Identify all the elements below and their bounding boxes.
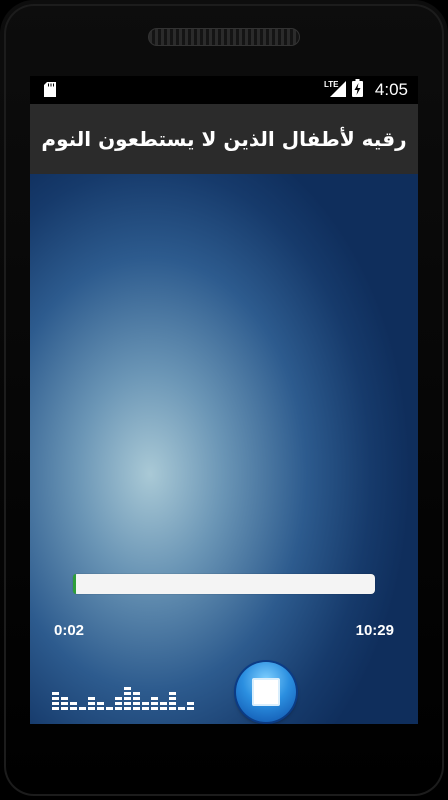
equalizer-segment [178, 707, 185, 710]
status-bar: LTE 4:05 [30, 76, 418, 104]
elapsed-time: 0:02 [54, 622, 85, 639]
equalizer-segment [61, 707, 68, 710]
equalizer-segment [124, 707, 131, 710]
equalizer-segment [169, 697, 176, 700]
page-title: رقيه لأطفال الذين لا يستطعون النوم [41, 127, 407, 151]
equalizer-bar [169, 692, 176, 710]
stop-button[interactable] [236, 662, 296, 722]
player-background: 0:02 10:29 [30, 174, 418, 724]
equalizer-segment [160, 702, 167, 705]
equalizer-bar [124, 687, 131, 710]
stop-icon [252, 678, 280, 706]
equalizer-segment [142, 707, 149, 710]
seek-bar[interactable] [73, 574, 375, 594]
equalizer-segment [61, 702, 68, 705]
equalizer-segment [88, 702, 95, 705]
equalizer-bar [133, 692, 140, 710]
equalizer-segment [187, 707, 194, 710]
equalizer-segment [61, 697, 68, 700]
equalizer-segment [124, 687, 131, 690]
total-duration: 10:29 [355, 622, 394, 639]
sd-card-icon [44, 82, 56, 101]
equalizer-bar [151, 697, 158, 710]
equalizer-segment [187, 702, 194, 705]
equalizer-segment [124, 692, 131, 695]
speaker-grille [148, 28, 300, 46]
equalizer-segment [115, 707, 122, 710]
equalizer-segment [169, 702, 176, 705]
equalizer-segment [151, 702, 158, 705]
screen: LTE 4:05 رقيه لأطفال الذين لا يستطعون ال… [30, 76, 418, 724]
equalizer-bar [52, 692, 59, 710]
equalizer-segment [115, 697, 122, 700]
equalizer-segment [169, 707, 176, 710]
status-icons: LTE 4:05 [324, 76, 408, 104]
equalizer-segment [52, 692, 59, 695]
equalizer-segment [52, 697, 59, 700]
equalizer-segment [133, 692, 140, 695]
equalizer-bar [160, 702, 167, 710]
lte-signal-icon: LTE [324, 79, 346, 101]
equalizer-segment [124, 697, 131, 700]
battery-charging-icon [351, 79, 363, 101]
seek-bar-progress [73, 574, 76, 594]
equalizer-segment [133, 702, 140, 705]
equalizer-segment [142, 702, 149, 705]
equalizer-bar [70, 702, 77, 710]
equalizer-bar [187, 702, 194, 710]
equalizer-segment [97, 707, 104, 710]
equalizer-segment [106, 707, 113, 710]
phone-frame: LTE 4:05 رقيه لأطفال الذين لا يستطعون ال… [0, 0, 448, 800]
equalizer-segment [70, 707, 77, 710]
equalizer-bar [115, 697, 122, 710]
equalizer-segment [160, 707, 167, 710]
equalizer-segment [88, 697, 95, 700]
equalizer-bar [88, 697, 95, 710]
equalizer-segment [52, 702, 59, 705]
equalizer-segment [133, 697, 140, 700]
equalizer-segment [70, 702, 77, 705]
equalizer-bar [178, 707, 185, 710]
equalizer-segment [79, 707, 86, 710]
equalizer-bar [97, 702, 104, 710]
equalizer-segment [124, 702, 131, 705]
equalizer-segment [115, 702, 122, 705]
equalizer-segment [151, 697, 158, 700]
svg-text:LTE: LTE [324, 80, 339, 89]
equalizer-bar [142, 702, 149, 710]
equalizer-icon [52, 674, 194, 710]
equalizer-segment [97, 702, 104, 705]
equalizer-segment [88, 707, 95, 710]
equalizer-segment [133, 707, 140, 710]
equalizer-segment [169, 692, 176, 695]
equalizer-bar [106, 707, 113, 710]
app-title-bar: رقيه لأطفال الذين لا يستطعون النوم [30, 104, 418, 174]
equalizer-segment [151, 707, 158, 710]
clock: 4:05 [374, 80, 408, 99]
equalizer-bar [79, 707, 86, 710]
equalizer-segment [52, 707, 59, 710]
equalizer-bar [61, 697, 68, 710]
